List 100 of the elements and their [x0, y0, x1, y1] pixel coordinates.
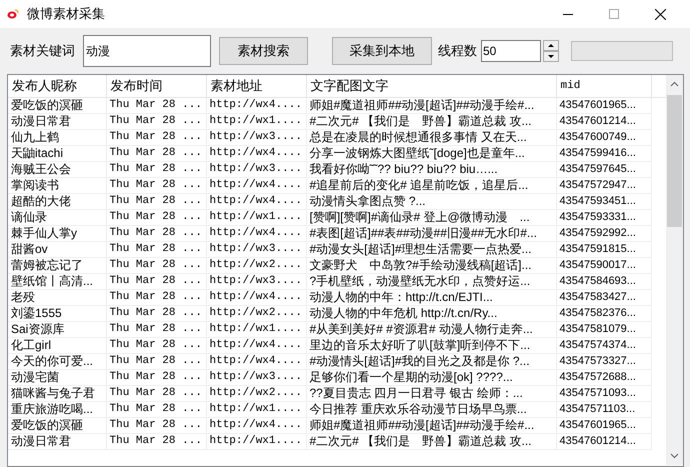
column-header[interactable]: 发布人昵称	[8, 75, 106, 97]
table-cell: http://wx4....	[206, 417, 306, 433]
close-icon[interactable]	[655, 8, 666, 20]
table-cell: 猫咪酱与兔子君	[8, 385, 106, 401]
table-cell: 海贼王公会	[8, 161, 106, 177]
table-cell: 壁纸馆丨高清...	[8, 273, 106, 289]
table-cell: #表图[超话]##表##动漫##旧漫##无水印#...	[306, 225, 556, 241]
table-cell: Thu Mar 28 ...	[106, 353, 206, 369]
table-cell: 43547572688...	[556, 369, 651, 385]
table-cell: 今天的你可爱...	[8, 353, 106, 369]
table-cell: http://wx1....	[206, 433, 306, 449]
table-cell: Thu Mar 28 ...	[106, 145, 206, 161]
table-cell: 师姐#魔道祖师##动漫[超话]##动漫手绘#...	[306, 97, 556, 113]
table-cell: Thu Mar 28 ...	[106, 433, 206, 449]
table-cell: http://wx2....	[206, 257, 306, 273]
table-cell: http://wx4....	[206, 337, 306, 353]
keyword-label: 素材关键词	[10, 42, 75, 60]
column-header[interactable]: 素材地址	[206, 75, 306, 97]
table-cell: #二次元# 【我们是 野兽】霸道总裁 攻...	[306, 433, 556, 449]
table-cell: 动漫情头拿图点赞 ?...	[306, 193, 556, 209]
table-cell: 43547597645...	[556, 161, 651, 177]
table-cell: #二次元# 【我们是 野兽】霸道总裁 攻...	[306, 113, 556, 129]
column-header[interactable]: mid	[556, 75, 651, 97]
table-cell: 爱吃饭的溟砸	[8, 97, 106, 113]
table-cell: 刘鎏1555	[8, 305, 106, 321]
table-cell: 43547571093...	[556, 385, 651, 401]
table-cell: http://wx4....	[206, 97, 306, 113]
column-header[interactable]: 文字配图文字	[306, 75, 556, 97]
keyword-input[interactable]: 动漫	[83, 35, 211, 67]
column-header[interactable]: 发布时间	[106, 75, 206, 97]
table-cell: Thu Mar 28 ...	[106, 177, 206, 193]
table-cell: 老殁	[8, 289, 106, 305]
table-cell: 天鼬itachi	[8, 145, 106, 161]
table-cell: 蕾姆被忘记了	[8, 257, 106, 273]
table-cell: ??夏目贵志 四月一日君寻 银古 绘师：...	[306, 385, 556, 401]
threads-label: 线程数	[438, 42, 477, 60]
table-cell: 43547592992...	[556, 225, 651, 241]
table-cell: http://wx1....	[206, 401, 306, 417]
table-cell: Thu Mar 28 ...	[106, 225, 206, 241]
table-cell: Thu Mar 28 ...	[106, 257, 206, 273]
table-cell: 甜酱ov	[8, 241, 106, 257]
table-cell: 师姐#魔道祖师##动漫[超话]##动漫手绘#...	[306, 417, 556, 433]
table-cell: Thu Mar 28 ...	[106, 401, 206, 417]
table-cell: http://wx1....	[206, 113, 306, 129]
table-cell: Thu Mar 28 ...	[106, 385, 206, 401]
table-cell: Thu Mar 28 ...	[106, 305, 206, 321]
collect-button[interactable]: 采集到本地	[332, 37, 432, 65]
table-cell: http://wx2....	[206, 385, 306, 401]
table-cell: http://wx4....	[206, 193, 306, 209]
table-cell: Thu Mar 28 ...	[106, 193, 206, 209]
table-cell: 我看好你呦˜˜?? biu?? biu?? biu…...	[306, 161, 556, 177]
threads-input[interactable]: 50	[481, 40, 541, 62]
table-cell: #动漫情头[超话]#我的目光之及都是你 ?...	[306, 353, 556, 369]
search-button[interactable]: 素材搜索	[219, 37, 308, 65]
table-cell: Thu Mar 28 ...	[106, 209, 206, 225]
table-cell: http://wx4....	[206, 225, 306, 241]
table-cell: Thu Mar 28 ...	[106, 369, 206, 385]
table-cell: 动漫日常君	[8, 113, 106, 129]
table-cell: Thu Mar 28 ...	[106, 321, 206, 337]
table-cell: #动漫女头[超话]#理想生活需要一点热爱...	[306, 241, 556, 257]
table-cell: http://wx4....	[206, 177, 306, 193]
table-cell: 43547593331...	[556, 209, 651, 225]
table-cell: 43547591815...	[556, 241, 651, 257]
table-cell: 足够你们看一个星期的动漫[ok] ????...	[306, 369, 556, 385]
table-cell: 动漫宅菌	[8, 369, 106, 385]
table-cell: 43547582376...	[556, 305, 651, 321]
table-cell: 43547590017...	[556, 257, 651, 273]
table-cell: http://wx1....	[206, 321, 306, 337]
table-cell: 化工girl	[8, 337, 106, 353]
table-cell: Sai资源库	[8, 321, 106, 337]
table-cell: #从美到美好# #资源君# 动漫人物行走奔...	[306, 321, 556, 337]
table-cell: 分享一波钢炼大图壁纸˜[doge]也是童年...	[306, 145, 556, 161]
table-cell: http://wx4....	[206, 289, 306, 305]
table-cell: Thu Mar 28 ...	[106, 289, 206, 305]
table-cell: 重庆旅游吃喝...	[8, 401, 106, 417]
table-cell: Thu Mar 28 ...	[106, 337, 206, 353]
table-cell: 动漫日常君	[8, 433, 106, 449]
table-cell: http://wx2....	[206, 305, 306, 321]
table-cell: Thu Mar 28 ...	[106, 273, 206, 289]
table-cell: 43547600749...	[556, 129, 651, 145]
table-cell: #追星前后的变化# 追星前吃饭，追星后...	[306, 177, 556, 193]
table-cell: http://wx4....	[206, 353, 306, 369]
table-cell: http://wx4....	[206, 145, 306, 161]
table-cell: 动漫人物的中年危机 http://t.cn/Ry...	[306, 305, 556, 321]
table-cell: 仙九上鹤	[8, 129, 106, 145]
table-cell: 掌阅读书	[8, 177, 106, 193]
table-cell: 里边的音乐太好听了叭[鼓掌]听到停不下...	[306, 337, 556, 353]
app-logo-icon	[7, 9, 19, 19]
table-cell: Thu Mar 28 ...	[106, 113, 206, 129]
table-cell: 43547581079...	[556, 321, 651, 337]
table-cell: 谪仙录	[8, 209, 106, 225]
table-cell: 43547601214...	[556, 113, 651, 129]
spinner-icon[interactable]	[543, 40, 559, 62]
table-cell: 动漫人物的中年：http://t.cn/EJTI...	[306, 289, 556, 305]
table-cell: 43547583427...	[556, 289, 651, 305]
window-title: 微博素材采集	[27, 5, 105, 24]
table-cell: 文豪野犬 中岛敦?#手绘动漫线稿[超话]...	[306, 257, 556, 273]
scrollbar-drawing[interactable]	[666, 75, 683, 465]
table-cell: 43547573327...	[556, 353, 651, 369]
table-cell: 43547593451...	[556, 193, 651, 209]
